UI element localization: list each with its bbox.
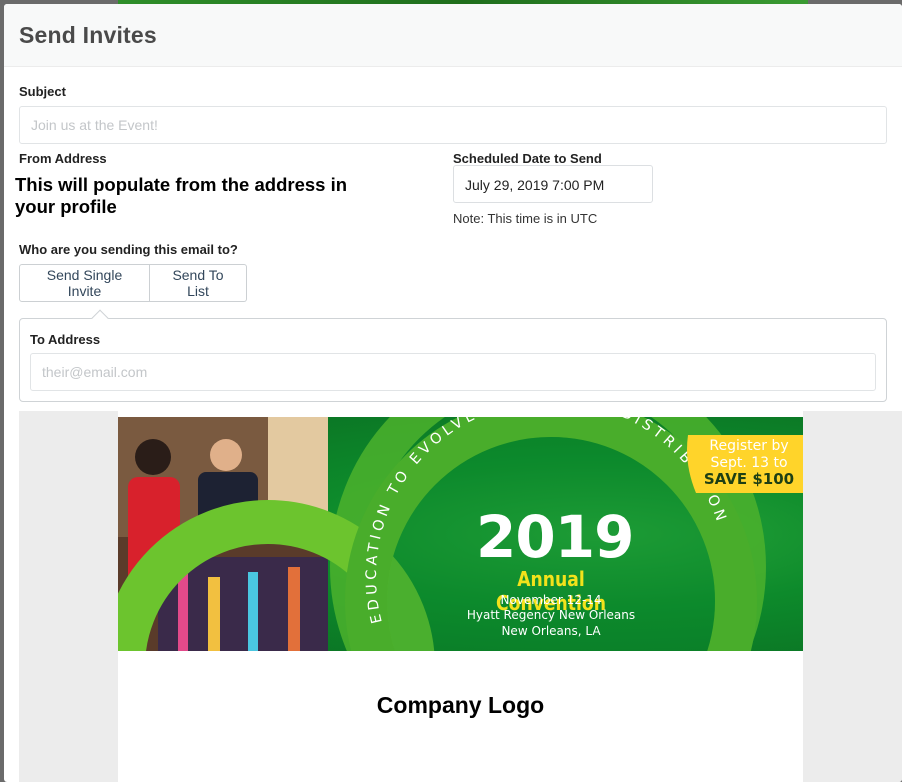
from-address-note: This will populate from the address in y… (15, 174, 348, 217)
modal-title: Send Invites (19, 22, 157, 48)
scheduled-date-input[interactable]: July 29, 2019 7:00 PM (453, 165, 653, 203)
banner-dates: November 12-14 (500, 593, 602, 607)
send-single-invite-button[interactable]: Send Single Invite (19, 264, 150, 302)
subject-label: Subject (19, 84, 66, 99)
send-invites-modal: Send Invites Subject From Address This w… (4, 4, 902, 782)
panel-caret (91, 309, 109, 327)
company-logo: Company Logo (376, 692, 545, 718)
banner-city: New Orleans, LA (501, 624, 601, 638)
recipient-mode-group: Send Single Invite Send To List (19, 264, 247, 302)
promo-line1: Register by (709, 438, 789, 454)
subject-input[interactable] (19, 106, 887, 144)
modal-header: Send Invites (4, 4, 902, 67)
to-address-label: To Address (30, 332, 101, 347)
to-address-panel: To Address (19, 309, 887, 402)
send-to-list-button[interactable]: Send To List (150, 264, 247, 302)
email-preview: EDUCATION TO EVOLVE PROFITABLE DISTRIBUT… (19, 411, 902, 782)
promo-line2: Sept. 13 to (710, 455, 788, 471)
recipients-question: Who are you sending this email to? (19, 242, 238, 257)
utc-note: Note: This time is in UTC (453, 211, 598, 226)
event-banner: EDUCATION TO EVOLVE PROFITABLE DISTRIBUT… (118, 417, 803, 651)
from-address-label: From Address (19, 151, 107, 166)
promo-line3: SAVE $100 (703, 470, 795, 488)
to-address-input[interactable] (30, 353, 876, 391)
banner-venue: Hyatt Regency New Orleans (466, 608, 636, 622)
scheduled-date-label: Scheduled Date to Send (453, 151, 602, 166)
banner-year: 2019 (476, 503, 634, 571)
